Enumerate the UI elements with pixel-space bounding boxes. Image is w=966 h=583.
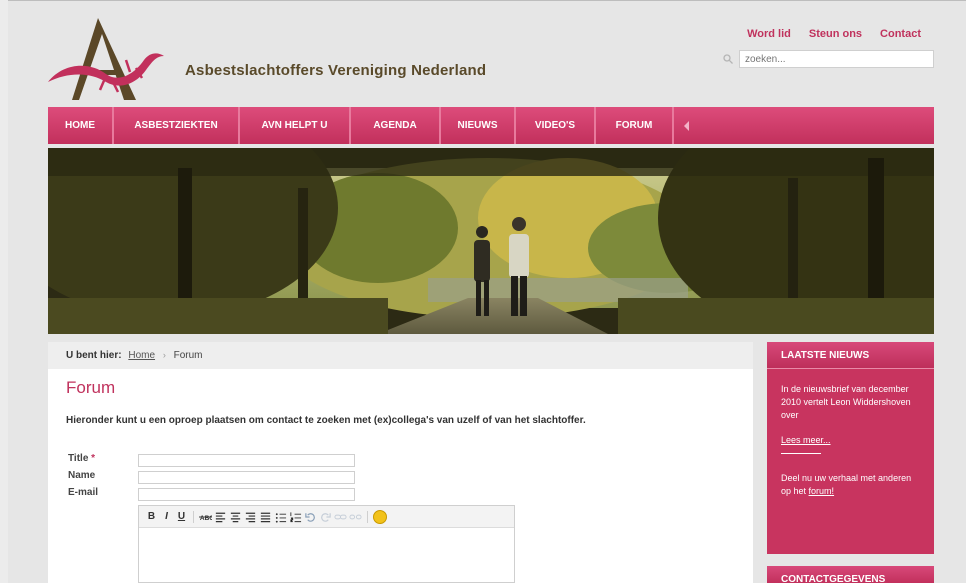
breadcrumb-label: U bent hier: bbox=[66, 350, 122, 361]
bullet-list-icon[interactable] bbox=[274, 510, 287, 524]
toolbar-separator bbox=[367, 510, 368, 523]
name-field[interactable] bbox=[138, 471, 355, 484]
main-content: U bent hier: Home › Forum Forum Hieronde… bbox=[48, 342, 753, 583]
breadcrumb-separator: › bbox=[162, 350, 166, 360]
breadcrumb-home-link[interactable]: Home bbox=[128, 350, 155, 361]
intro-text: Hieronder kunt u een oproep plaatsen om … bbox=[66, 415, 586, 426]
word-lid-link[interactable]: Word lid bbox=[747, 28, 791, 40]
sidebar-divider bbox=[781, 453, 821, 454]
redo-icon[interactable] bbox=[319, 510, 332, 524]
email-label: E-mail bbox=[68, 487, 99, 498]
nav-nieuws[interactable]: NIEUWS bbox=[441, 107, 516, 144]
news-text: In de nieuwsbrief van december 2010 vert… bbox=[781, 384, 911, 420]
email-field[interactable] bbox=[138, 488, 355, 501]
message-editor[interactable]: B I U ABC bbox=[138, 505, 515, 583]
nav-avn-helpt-u[interactable]: AVN HELPT U bbox=[240, 107, 351, 144]
bold-button[interactable]: B bbox=[145, 510, 158, 524]
avn-logo[interactable] bbox=[46, 12, 166, 104]
site-title: Asbestslachtoffers Vereniging Nederland bbox=[185, 62, 487, 79]
main-nav: HOME ASBESTZIEKTEN AVN HELPT U AGENDA NI… bbox=[48, 107, 934, 144]
title-field[interactable] bbox=[138, 454, 355, 467]
nav-forum[interactable]: FORUM bbox=[596, 107, 674, 144]
news-body: In de nieuwsbrief van december 2010 vert… bbox=[767, 369, 934, 498]
toolbar-separator bbox=[193, 510, 194, 523]
nav-videos[interactable]: VIDEO'S bbox=[516, 107, 596, 144]
nav-arrow-icon bbox=[684, 121, 689, 131]
name-label: Name bbox=[68, 470, 96, 481]
underline-button[interactable]: U bbox=[175, 510, 188, 524]
strikethrough-icon[interactable]: ABC bbox=[199, 510, 212, 524]
hero-photo bbox=[48, 148, 934, 334]
italic-button[interactable]: I bbox=[160, 510, 173, 524]
search-icon bbox=[723, 54, 733, 64]
link-icon[interactable] bbox=[334, 510, 347, 524]
editor-toolbar: B I U ABC bbox=[139, 506, 514, 528]
align-center-icon[interactable] bbox=[229, 510, 242, 524]
align-right-icon[interactable] bbox=[244, 510, 257, 524]
svg-text:ABC: ABC bbox=[200, 514, 212, 521]
unlink-icon[interactable] bbox=[349, 510, 362, 524]
top-border bbox=[8, 0, 966, 1]
contact-heading: CONTACTGEGEVENS bbox=[767, 566, 934, 583]
nav-asbestziekten[interactable]: ASBESTZIEKTEN bbox=[114, 107, 240, 144]
page-title: Forum bbox=[66, 378, 116, 397]
undo-icon[interactable] bbox=[304, 510, 317, 524]
title-label-text: Title bbox=[68, 453, 89, 464]
contact-link[interactable]: Contact bbox=[880, 28, 921, 40]
nav-home[interactable]: HOME bbox=[48, 107, 114, 144]
top-links: Word lid Steun ons Contact bbox=[747, 28, 921, 40]
numbered-list-icon[interactable] bbox=[289, 510, 302, 524]
news-sidebar: LAATSTE NIEUWS In de nieuwsbrief van dec… bbox=[767, 342, 934, 554]
read-more-link[interactable]: Lees meer... bbox=[781, 435, 831, 445]
align-justify-icon[interactable] bbox=[259, 510, 272, 524]
forum-link[interactable]: forum! bbox=[809, 486, 835, 496]
smiley-icon[interactable] bbox=[373, 509, 387, 524]
share-text: Deel nu uw verhaal met anderen op het bbox=[781, 473, 912, 496]
page: Asbestslachtoffers Vereniging Nederland … bbox=[8, 0, 966, 583]
align-left-icon[interactable] bbox=[214, 510, 227, 524]
nav-agenda[interactable]: AGENDA bbox=[351, 107, 441, 144]
breadcrumb-current: Forum bbox=[173, 350, 203, 361]
steun-ons-link[interactable]: Steun ons bbox=[809, 28, 862, 40]
news-heading: LAATSTE NIEUWS bbox=[767, 342, 934, 369]
title-label: Title * bbox=[68, 453, 95, 464]
breadcrumb: U bent hier: Home › Forum bbox=[48, 342, 753, 369]
search-input[interactable] bbox=[739, 50, 934, 68]
required-mark: * bbox=[91, 453, 96, 464]
